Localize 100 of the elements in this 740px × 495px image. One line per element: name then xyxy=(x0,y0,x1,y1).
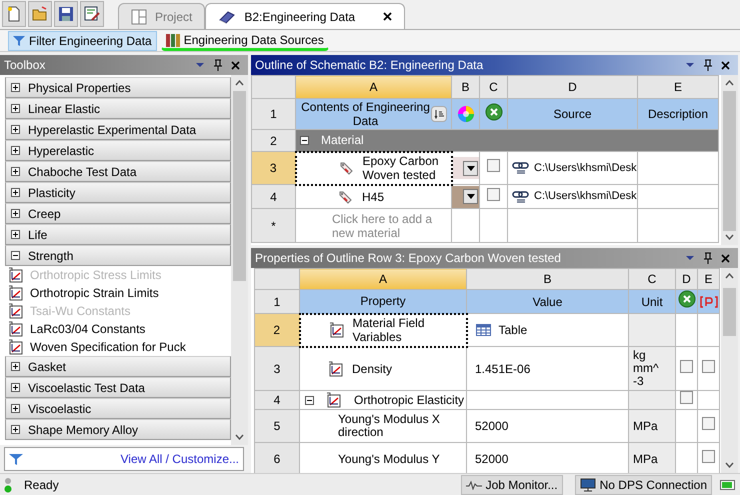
toolbox-category[interactable]: Viscoelastic xyxy=(5,398,231,419)
toolbox-category[interactable]: Shape Memory Alloy xyxy=(5,419,231,440)
expand-icon[interactable] xyxy=(11,104,20,113)
collapse-icon[interactable] xyxy=(11,251,20,260)
pin-icon[interactable] xyxy=(213,59,223,71)
checkbox[interactable] xyxy=(680,360,693,372)
toolbox-item[interactable]: LaRc03/04 Constants xyxy=(5,320,231,338)
dropdown-icon[interactable] xyxy=(685,254,695,262)
caret-icon xyxy=(466,166,474,170)
close-icon[interactable] xyxy=(231,60,240,70)
expand-icon[interactable] xyxy=(11,383,20,392)
scrollbar[interactable] xyxy=(721,268,738,473)
column-header[interactable]: C xyxy=(628,268,676,290)
checkbox[interactable] xyxy=(702,417,715,430)
toolbox-category[interactable]: Hyperelastic xyxy=(5,140,231,161)
column-header[interactable]: B xyxy=(452,76,480,98)
save-button[interactable] xyxy=(54,1,78,27)
toolbox-category[interactable]: Life xyxy=(5,224,231,245)
dropdown-icon[interactable] xyxy=(195,61,205,69)
property-name[interactable]: Density xyxy=(352,362,392,376)
job-monitor-button[interactable]: Job Monitor... xyxy=(460,474,563,494)
tab[interactable]: B2:Engineering Data xyxy=(205,3,406,29)
collapse-icon[interactable] xyxy=(300,136,309,145)
expand-icon[interactable] xyxy=(11,167,20,176)
column-header[interactable]: C xyxy=(480,76,508,98)
toolbox-category[interactable]: Physical Properties xyxy=(5,77,231,98)
expand-icon[interactable] xyxy=(11,125,20,134)
row-number[interactable]: 3 xyxy=(254,346,300,390)
expand-icon[interactable] xyxy=(11,209,20,218)
column-header[interactable]: A xyxy=(296,76,452,98)
scrollbar-thumb[interactable] xyxy=(723,91,736,231)
collapse-icon[interactable] xyxy=(305,396,314,404)
scrollbar[interactable] xyxy=(721,75,738,245)
material-name[interactable]: H45 xyxy=(362,190,384,204)
toolbar-button[interactable]: Engineering Data Sources xyxy=(160,30,329,50)
tab[interactable]: Project xyxy=(118,3,206,29)
pin-icon[interactable] xyxy=(703,252,713,264)
scroll-down-icon[interactable] xyxy=(725,234,734,240)
toolbox-category[interactable]: Viscoelastic Test Data xyxy=(5,377,231,398)
row-number[interactable]: 4 xyxy=(252,184,296,208)
toolbox-item[interactable]: Orthotropic Strain Limits xyxy=(5,284,231,302)
column-header[interactable]: A xyxy=(300,268,466,290)
property-value[interactable]: 52000 xyxy=(475,419,508,433)
status-light-icon xyxy=(4,476,12,492)
column-header[interactable]: D xyxy=(676,268,698,290)
toolbox-category[interactable]: Hyperelastic Experimental Data xyxy=(5,119,231,140)
dropdown-button[interactable] xyxy=(463,189,478,204)
toolbox-category[interactable]: Plasticity xyxy=(5,182,231,203)
checkbox[interactable] xyxy=(487,159,500,172)
column-header[interactable]: B xyxy=(466,268,628,290)
expand-icon[interactable] xyxy=(11,230,20,239)
toolbox-item[interactable]: Woven Specification for Puck xyxy=(5,338,231,356)
column-header[interactable]: D xyxy=(508,76,638,98)
close-icon[interactable] xyxy=(383,12,392,21)
color-swatch[interactable] xyxy=(452,186,479,208)
row-number[interactable]: 2 xyxy=(254,314,300,346)
row-number[interactable]: 4 xyxy=(254,390,300,410)
new-file-button[interactable] xyxy=(2,1,26,27)
column-header[interactable]: E xyxy=(698,268,720,290)
row-number[interactable]: 5 xyxy=(254,410,300,442)
row-number[interactable]: 6 xyxy=(254,442,300,473)
scrollbar-thumb[interactable] xyxy=(233,91,246,281)
expand-icon[interactable] xyxy=(11,83,20,92)
sort-button[interactable] xyxy=(431,106,447,122)
dps-connection-button[interactable]: No DPS Connection xyxy=(574,474,712,494)
expand-icon[interactable] xyxy=(11,146,20,155)
checkbox[interactable] xyxy=(487,188,500,200)
scroll-up-icon[interactable] xyxy=(725,273,734,279)
toolbox-category[interactable]: Creep xyxy=(5,203,231,224)
column-header[interactable]: E xyxy=(638,76,718,98)
toolbox-category[interactable]: Linear Elastic xyxy=(5,98,231,119)
dropdown-button[interactable] xyxy=(463,160,478,176)
expand-icon[interactable] xyxy=(11,425,20,434)
scroll-up-icon[interactable] xyxy=(235,80,244,86)
pin-icon[interactable] xyxy=(703,59,713,71)
toolbox-category[interactable]: Strength xyxy=(5,245,231,266)
scrollbar[interactable] xyxy=(231,75,248,445)
color-swatch[interactable] xyxy=(452,157,479,179)
close-icon[interactable] xyxy=(721,60,730,70)
property-value[interactable]: 1.451E-06 xyxy=(475,362,530,376)
property-value[interactable]: 52000 xyxy=(475,452,508,466)
toolbar-button[interactable]: Filter Engineering Data xyxy=(8,30,157,50)
toolbox-category[interactable]: Gasket xyxy=(5,356,231,377)
scrollbar-thumb[interactable] xyxy=(723,288,736,336)
expand-icon[interactable] xyxy=(11,188,20,197)
property-value[interactable]: Table xyxy=(498,321,528,339)
scroll-down-icon[interactable] xyxy=(235,434,244,440)
toolbox-category[interactable]: Chaboche Test Data xyxy=(5,161,231,182)
chart-icon xyxy=(8,267,24,283)
scroll-up-icon[interactable] xyxy=(725,80,734,86)
close-icon[interactable] xyxy=(721,254,730,262)
checkbox[interactable] xyxy=(680,391,693,404)
scroll-down-icon[interactable] xyxy=(725,462,734,468)
checkbox[interactable] xyxy=(702,450,715,463)
expand-icon[interactable] xyxy=(11,362,20,371)
dropdown-icon[interactable] xyxy=(685,61,695,69)
expand-icon[interactable] xyxy=(11,404,20,413)
open-folder-button[interactable] xyxy=(28,1,52,27)
row-number[interactable]: 3 xyxy=(252,152,296,184)
checkbox[interactable] xyxy=(702,360,715,372)
